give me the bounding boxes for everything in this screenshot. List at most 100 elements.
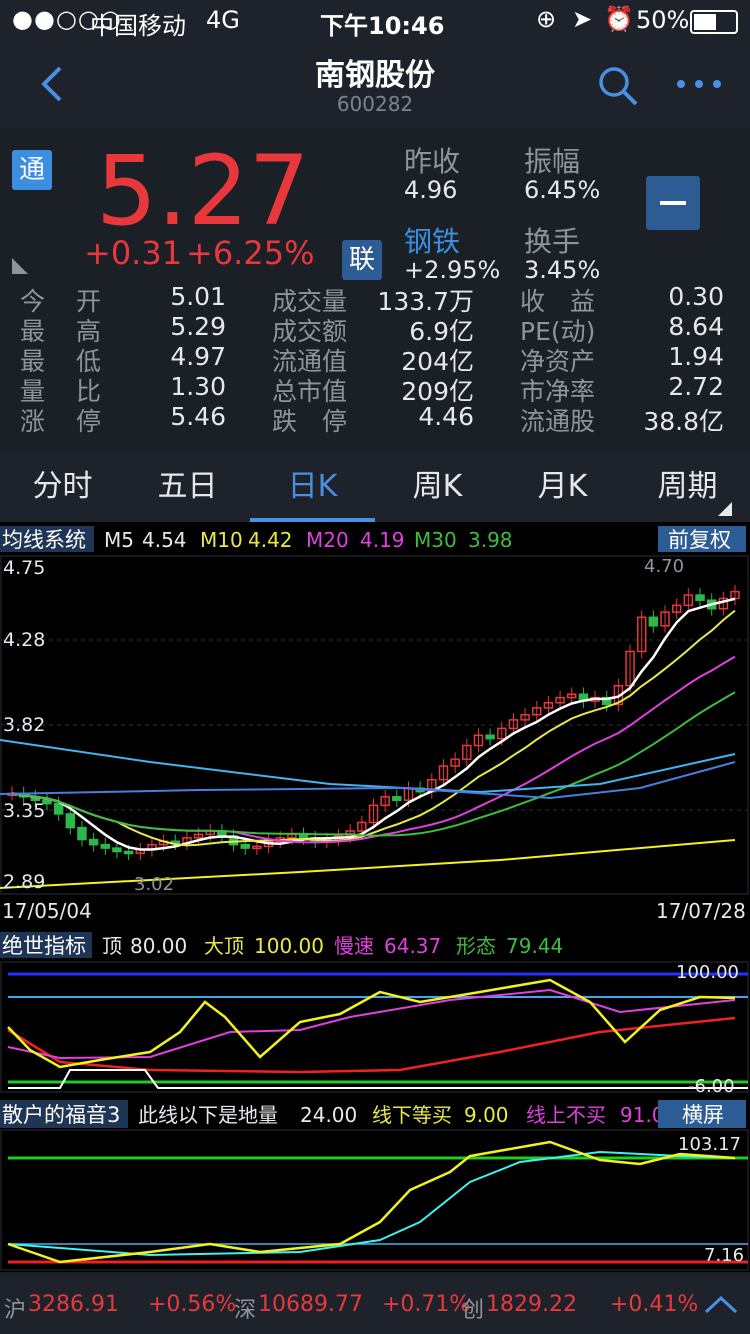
turnover-label: 换手: [524, 225, 581, 258]
sector-change: +2.95%: [404, 256, 501, 284]
ind1-xingtai-label: 形态: [456, 934, 496, 958]
tong-badge[interactable]: 通: [12, 150, 52, 190]
cy-label: 创: [462, 1298, 485, 1323]
ind1-white-line: [8, 1069, 748, 1089]
landscape-button[interactable]: 横屏: [682, 1103, 724, 1127]
ind1-name[interactable]: 绝世指标: [2, 934, 86, 958]
m10-label: M10: [200, 528, 243, 552]
date-start: 17/05/04: [2, 899, 92, 923]
ind1-frame: [0, 961, 749, 1093]
lian-badge[interactable]: 联: [342, 240, 382, 280]
candle-body: [100, 843, 111, 849]
sz-label: 深: [234, 1298, 257, 1323]
ind2-nobuy-label: 线上不买: [526, 1103, 606, 1127]
tab-weekly-k[interactable]: 周K: [375, 452, 500, 522]
ind1-dading: 100.00: [254, 934, 324, 958]
m5-value: 4.54: [142, 528, 187, 552]
ind2-name[interactable]: 散户的福音3: [2, 1103, 120, 1127]
location-icon: ➤: [572, 5, 593, 33]
prev-close-label: 昨收: [404, 145, 461, 178]
candle-body: [123, 850, 134, 855]
lock-rotation-icon: ⊕: [536, 5, 557, 33]
candle-body: [112, 847, 122, 853]
amplitude-label: 振幅: [524, 145, 581, 178]
y-tick-4: 3.35: [3, 800, 45, 822]
m10-value: 4.42: [248, 528, 293, 552]
stat-l2-4: 停: [76, 407, 102, 436]
candle-body: [648, 616, 659, 627]
ind1-magenta-line: [7, 988, 736, 1060]
alarm-icon: ⏰: [604, 5, 634, 33]
ind1-ding-label: 顶: [102, 934, 122, 958]
stat-v1-3: 1.30: [170, 372, 226, 401]
stat-v3-3: 2.72: [668, 372, 724, 401]
remove-watchlist-button[interactable]: [646, 176, 700, 230]
ind2-cyan-line: [7, 1150, 736, 1257]
low-marker: 3.02: [134, 874, 174, 895]
candle-body: [240, 843, 250, 849]
battery-icon: [690, 10, 738, 34]
ma60-line: [0, 739, 736, 794]
ind2-frame: [0, 1129, 749, 1271]
y-tick-2: 4.28: [3, 629, 45, 651]
kline-chart[interactable]: 均线系统 M5 4.54 M10 4.42 M20 4.19 M30 3.98 …: [0, 522, 750, 1272]
stat-l1-4: 涨: [20, 407, 46, 436]
candle-body: [65, 813, 76, 829]
ind2-bottom: 7.16: [704, 1245, 744, 1266]
index-ticker[interactable]: 沪 3286.91 +0.56% 深 10689.77 +0.71% 创 182…: [0, 1276, 750, 1334]
search-icon[interactable]: [596, 64, 640, 108]
stat-v2-4: 4.46: [418, 402, 474, 431]
ma250-line: [0, 839, 736, 889]
candle-body: [53, 802, 64, 815]
stat-v3-1: 8.64: [668, 312, 724, 341]
clock: 下午10:46: [320, 12, 445, 40]
date-end: 17/07/28: [656, 899, 746, 923]
turnover-value: 3.45%: [524, 256, 601, 284]
high-marker: 4.70: [644, 556, 684, 577]
tab-intraday[interactable]: 分时: [0, 452, 125, 522]
prev-close-value: 4.96: [404, 176, 458, 204]
stat-v1-2: 4.97: [170, 342, 226, 371]
carrier: 中国移动: [90, 12, 186, 40]
m20-label: M20: [306, 528, 349, 552]
ind1-series: [7, 972, 748, 1089]
ind1-ding: 80.00: [130, 934, 187, 958]
tab-monthly-k[interactable]: 月K: [500, 452, 625, 522]
candle-body: [77, 826, 87, 841]
y-tick-5: 2.89: [3, 871, 45, 893]
chart-tabs: 分时 五日 日K 周K 月K 周期: [0, 452, 750, 522]
dropdown-corner-icon: [718, 502, 732, 516]
m30-label: M30: [414, 528, 457, 552]
cy-pct: +0.41%: [610, 1292, 699, 1317]
sh-label: 沪: [4, 1298, 27, 1323]
amplitude-value: 6.45%: [524, 176, 601, 204]
more-icon[interactable]: [676, 78, 722, 90]
stat-v1-4: 5.46: [170, 402, 226, 431]
corner-triangle-icon: [12, 258, 28, 274]
y-tick-1: 4.75: [3, 557, 45, 579]
status-bar: ●●○○○ 中国移动 4G 下午10:46 ⊕ ➤ ⏰ 50%: [0, 0, 750, 40]
chevron-up-icon[interactable]: [704, 1294, 738, 1314]
ma-system-label[interactable]: 均线系统: [2, 528, 86, 552]
ind2-top: 103.17: [678, 1134, 741, 1155]
ind1-mansu: 64.37: [384, 934, 441, 958]
ind2-buy-label: 线下等买: [372, 1103, 452, 1127]
ind1-xingtai: 79.44: [506, 934, 563, 958]
sector-label[interactable]: 钢铁: [404, 220, 460, 260]
nav-bar: 南钢股份 600282: [0, 40, 750, 128]
battery-percent: 50%: [636, 6, 690, 34]
cy-value: 1829.22: [486, 1292, 577, 1317]
quote-panel: 通 5.27 +0.31 +6.25% 联 昨收 4.96 振幅 6.45% 钢…: [0, 128, 750, 448]
ma120-line: [0, 761, 736, 800]
chart-area[interactable]: 均线系统 M5 4.54 M10 4.42 M20 4.19 M30 3.98 …: [0, 522, 750, 1272]
ind1-red-line: [7, 1016, 736, 1074]
kline-series: [0, 584, 740, 889]
candle-body: [88, 838, 99, 846]
ind1-bottom: -6.00: [688, 1076, 735, 1097]
tab-daily-k[interactable]: 日K: [250, 452, 375, 522]
tab-five-day[interactable]: 五日: [125, 452, 250, 522]
stat-v1-1: 5.29: [170, 312, 226, 341]
ind2-nobuy-value: 91.0: [620, 1103, 665, 1127]
fq-button[interactable]: 前复权: [668, 528, 731, 552]
sz-pct: +0.71%: [382, 1292, 471, 1317]
